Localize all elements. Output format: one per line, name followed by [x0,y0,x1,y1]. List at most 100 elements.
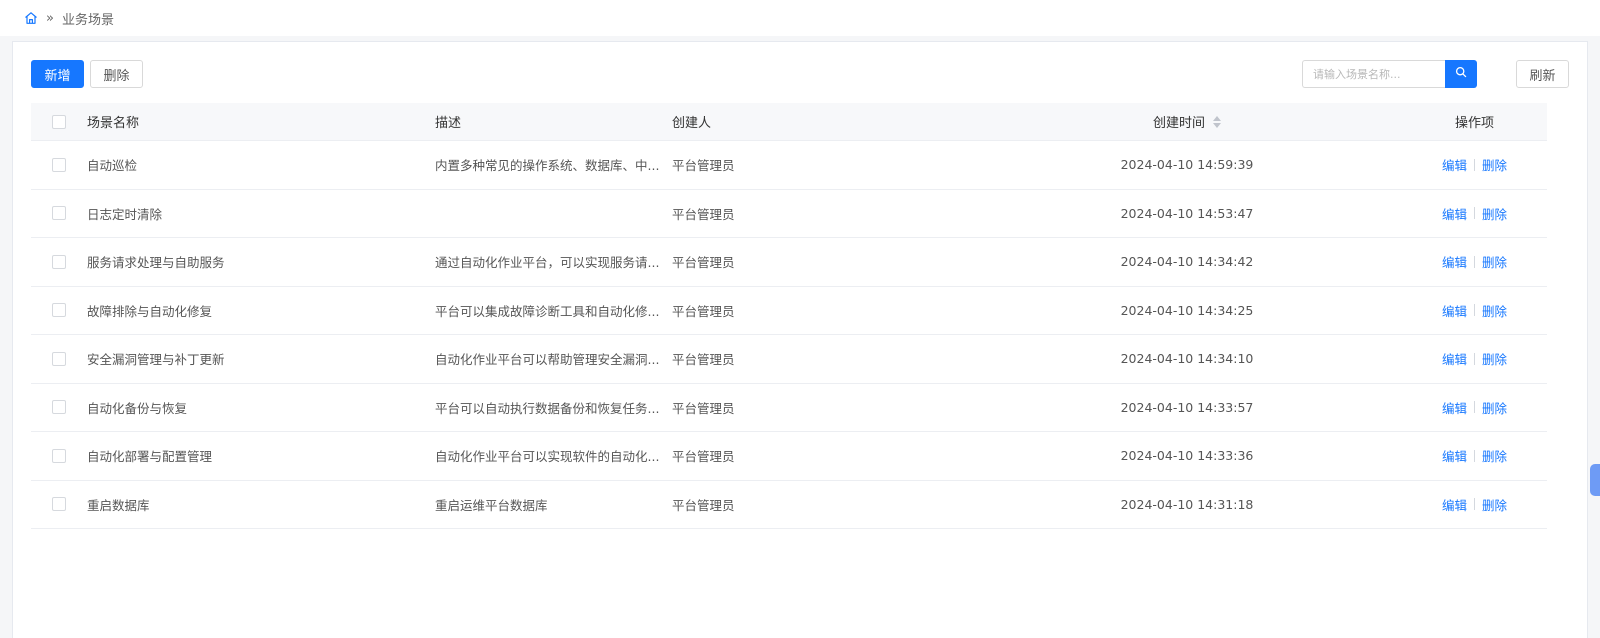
scene-desc: 自动化作业平台可以帮助管理安全漏洞... [435,352,660,368]
table-row: 自动化部署与配置管理 自动化作业平台可以实现软件的自动化... 平台管理员 2024-… [31,432,1547,481]
action-divider [1474,255,1475,268]
row-actions: 编辑 删除 [1402,446,1547,465]
scene-created-time: 2024-04-10 14:53:47 [1120,205,1254,221]
delete-link[interactable]: 删除 [1482,301,1507,320]
table-row: 自动巡检 内置多种常见的操作系统、数据库、中... 平台管理员 2024-04-10 … [31,141,1547,190]
action-divider [1474,498,1475,511]
row-actions: 编辑 删除 [1402,301,1547,320]
sort-icon[interactable] [1213,115,1221,128]
scene-created-time: 2024-04-10 14:33:57 [1120,399,1254,415]
column-header-time[interactable]: 创建时间 [972,112,1402,131]
table-row: 重启数据库 重启运维平台数据库 平台管理员 2024-04-10 14:31:18 编辑… [31,481,1547,529]
action-divider [1474,158,1475,171]
side-drawer-handle[interactable] [1590,464,1600,496]
delete-link[interactable]: 删除 [1482,252,1507,271]
row-actions: 编辑 删除 [1402,495,1547,514]
row-checkbox[interactable] [52,206,66,221]
row-checkbox[interactable] [52,497,66,512]
toolbar: 新增 删除 刷新 [31,60,1569,88]
add-button[interactable]: 新增 [31,60,84,88]
delete-link[interactable]: 删除 [1482,446,1507,465]
scene-desc: 自动化作业平台可以实现软件的自动化... [435,449,660,465]
scene-creator: 平台管理员 [672,206,735,222]
column-header-desc: 描述 [435,116,462,131]
edit-link[interactable]: 编辑 [1442,495,1467,514]
action-divider [1474,304,1475,317]
search-box [1302,60,1477,88]
scene-desc: 重启运维平台数据库 [435,497,548,513]
scene-creator: 平台管理员 [672,158,735,174]
table-row: 自动化备份与恢复 平台可以自动执行数据备份和恢复任务... 平台管理员 2024-04… [31,384,1547,432]
scene-creator: 平台管理员 [672,255,735,271]
edit-link[interactable]: 编辑 [1442,301,1467,320]
delete-link[interactable]: 删除 [1482,204,1507,223]
scene-name: 自动化备份与恢复 [87,400,188,416]
row-checkbox[interactable] [52,157,66,172]
row-actions: 编辑 删除 [1402,398,1547,417]
scene-desc: 平台可以自动执行数据备份和恢复任务... [435,400,660,416]
delete-link[interactable]: 删除 [1482,495,1507,514]
scene-name: 服务请求处理与自助服务 [87,255,225,271]
scene-name: 安全漏洞管理与补丁更新 [87,352,225,368]
scene-created-time: 2024-04-10 14:59:39 [1120,157,1254,173]
scene-creator: 平台管理员 [672,400,735,416]
breadcrumb-current: 业务场景 [61,12,114,28]
row-checkbox[interactable] [52,303,66,318]
home-icon[interactable] [24,11,38,25]
scene-name: 日志定时清除 [87,206,163,222]
scene-name: 故障排除与自动化修复 [87,303,213,319]
action-divider [1474,352,1475,365]
search-icon [1455,66,1467,82]
edit-link[interactable]: 编辑 [1442,398,1467,417]
row-actions: 编辑 删除 [1402,349,1547,368]
breadcrumb: » 业务场景 [0,0,1600,36]
search-input[interactable] [1302,60,1445,88]
row-actions: 编辑 删除 [1402,204,1547,223]
column-header-ops: 操作项 [1454,116,1494,131]
action-divider [1474,401,1475,414]
table-body: 自动巡检 内置多种常见的操作系统、数据库、中... 平台管理员 2024-04-10 … [31,141,1547,529]
scene-created-time: 2024-04-10 14:33:36 [1120,448,1254,464]
scene-created-time: 2024-04-10 14:34:25 [1120,302,1254,318]
delete-button[interactable]: 删除 [90,60,143,88]
scene-name: 自动巡检 [87,158,138,174]
scene-desc: 平台可以集成故障诊断工具和自动化修... [435,303,660,319]
scene-name: 自动化部署与配置管理 [87,449,213,465]
scene-desc: 通过自动化作业平台，可以实现服务请... [435,255,660,271]
edit-link[interactable]: 编辑 [1442,349,1467,368]
table-row: 日志定时清除 平台管理员 2024-04-10 14:53:47 编辑 删除 [31,190,1547,238]
select-all-checkbox[interactable] [52,114,66,129]
edit-link[interactable]: 编辑 [1442,155,1467,174]
refresh-button[interactable]: 刷新 [1516,60,1569,88]
row-checkbox[interactable] [52,254,66,269]
table-header: 场景名称 描述 创建人 创建时间 操作项 [31,103,1547,141]
column-header-creator: 创建人 [672,116,712,131]
scene-creator: 平台管理员 [672,303,735,319]
breadcrumb-separator: » [46,10,54,26]
column-header-name: 场景名称 [87,116,140,131]
scene-created-time: 2024-04-10 14:34:42 [1120,254,1254,270]
row-checkbox[interactable] [52,351,66,366]
scene-name: 重启数据库 [87,497,150,513]
delete-link[interactable]: 删除 [1482,349,1507,368]
table-row: 服务请求处理与自助服务 通过自动化作业平台，可以实现服务请... 平台管理员 2024… [31,238,1547,287]
scene-created-time: 2024-04-10 14:34:10 [1120,351,1254,367]
column-header-time-label: 创建时间 [1152,116,1205,131]
edit-link[interactable]: 编辑 [1442,252,1467,271]
table-row: 安全漏洞管理与补丁更新 自动化作业平台可以帮助管理安全漏洞... 平台管理员 2024… [31,335,1547,384]
row-actions: 编辑 删除 [1402,252,1547,271]
search-button[interactable] [1445,60,1477,88]
row-checkbox[interactable] [52,448,66,463]
table-row: 故障排除与自动化修复 平台可以集成故障诊断工具和自动化修... 平台管理员 2024-… [31,287,1547,335]
edit-link[interactable]: 编辑 [1442,446,1467,465]
scene-creator: 平台管理员 [672,352,735,368]
delete-link[interactable]: 删除 [1482,155,1507,174]
row-checkbox[interactable] [52,400,66,415]
scene-created-time: 2024-04-10 14:31:18 [1120,496,1254,512]
delete-link[interactable]: 删除 [1482,398,1507,417]
row-actions: 编辑 删除 [1402,155,1547,174]
edit-link[interactable]: 编辑 [1442,204,1467,223]
action-divider [1474,207,1475,220]
scene-table: 场景名称 描述 创建人 创建时间 操作项 自动巡检 内置多种常见的操作系统、数据库… [31,103,1547,529]
scene-creator: 平台管理员 [672,449,735,465]
